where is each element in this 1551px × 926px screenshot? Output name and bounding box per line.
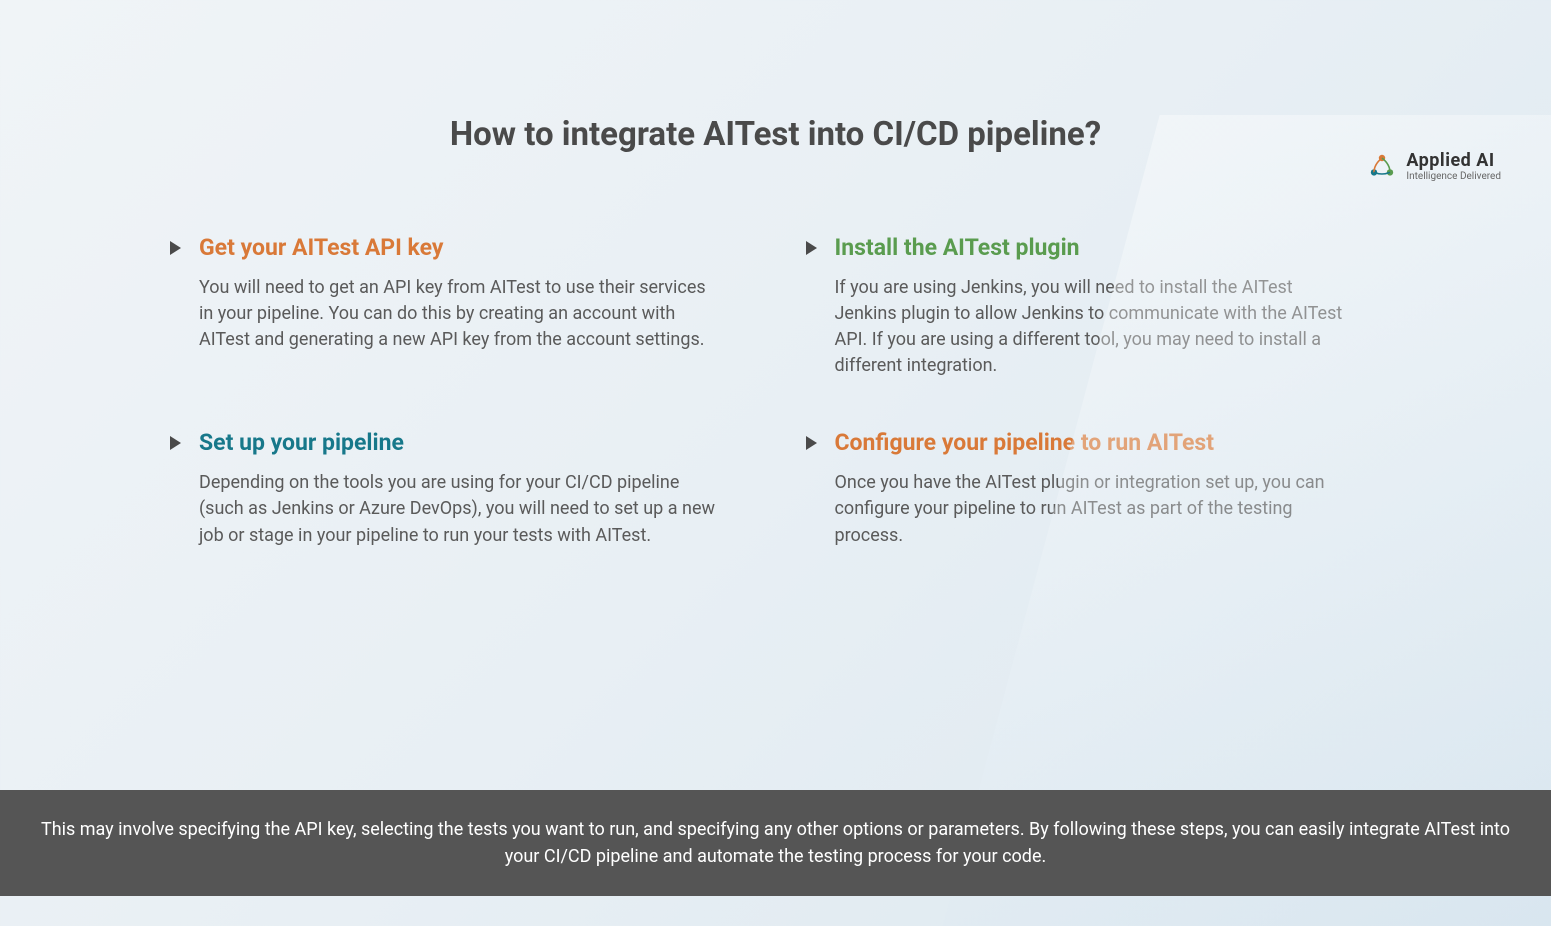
triangle-bullet-icon: [170, 241, 181, 255]
page-title: How to integrate AITest into CI/CD pipel…: [0, 115, 1551, 154]
logo-tagline: Intelligence Delivered: [1406, 171, 1501, 182]
step-item: Get your AITest API key You will need to…: [170, 234, 746, 379]
triangle-bullet-icon: [806, 241, 817, 255]
content-grid: Get your AITest API key You will need to…: [0, 154, 1551, 549]
step-item: Set up your pipeline Depending on the to…: [170, 429, 746, 548]
step-item: Install the AITest plugin If you are usi…: [806, 234, 1382, 379]
triangle-bullet-icon: [806, 436, 817, 450]
step-item: Configure your pipeline to run AITest On…: [806, 429, 1382, 548]
step-description: Depending on the tools you are using for…: [199, 470, 719, 548]
triangle-bullet-icon: [170, 436, 181, 450]
brand-logo: Applied AI Intelligence Delivered: [1366, 150, 1501, 182]
step-heading: Get your AITest API key: [199, 234, 746, 261]
step-heading: Install the AITest plugin: [835, 234, 1382, 261]
step-heading: Set up your pipeline: [199, 429, 746, 456]
step-description: You will need to get an API key from AIT…: [199, 275, 719, 353]
step-description: Once you have the AITest plugin or integ…: [835, 470, 1355, 548]
logo-name: Applied AI: [1406, 150, 1501, 171]
step-heading: Configure your pipeline to run AITest: [835, 429, 1382, 456]
step-description: If you are using Jenkins, you will need …: [835, 275, 1355, 379]
logo-icon: [1366, 150, 1398, 182]
footer-note: This may involve specifying the API key,…: [0, 790, 1551, 896]
